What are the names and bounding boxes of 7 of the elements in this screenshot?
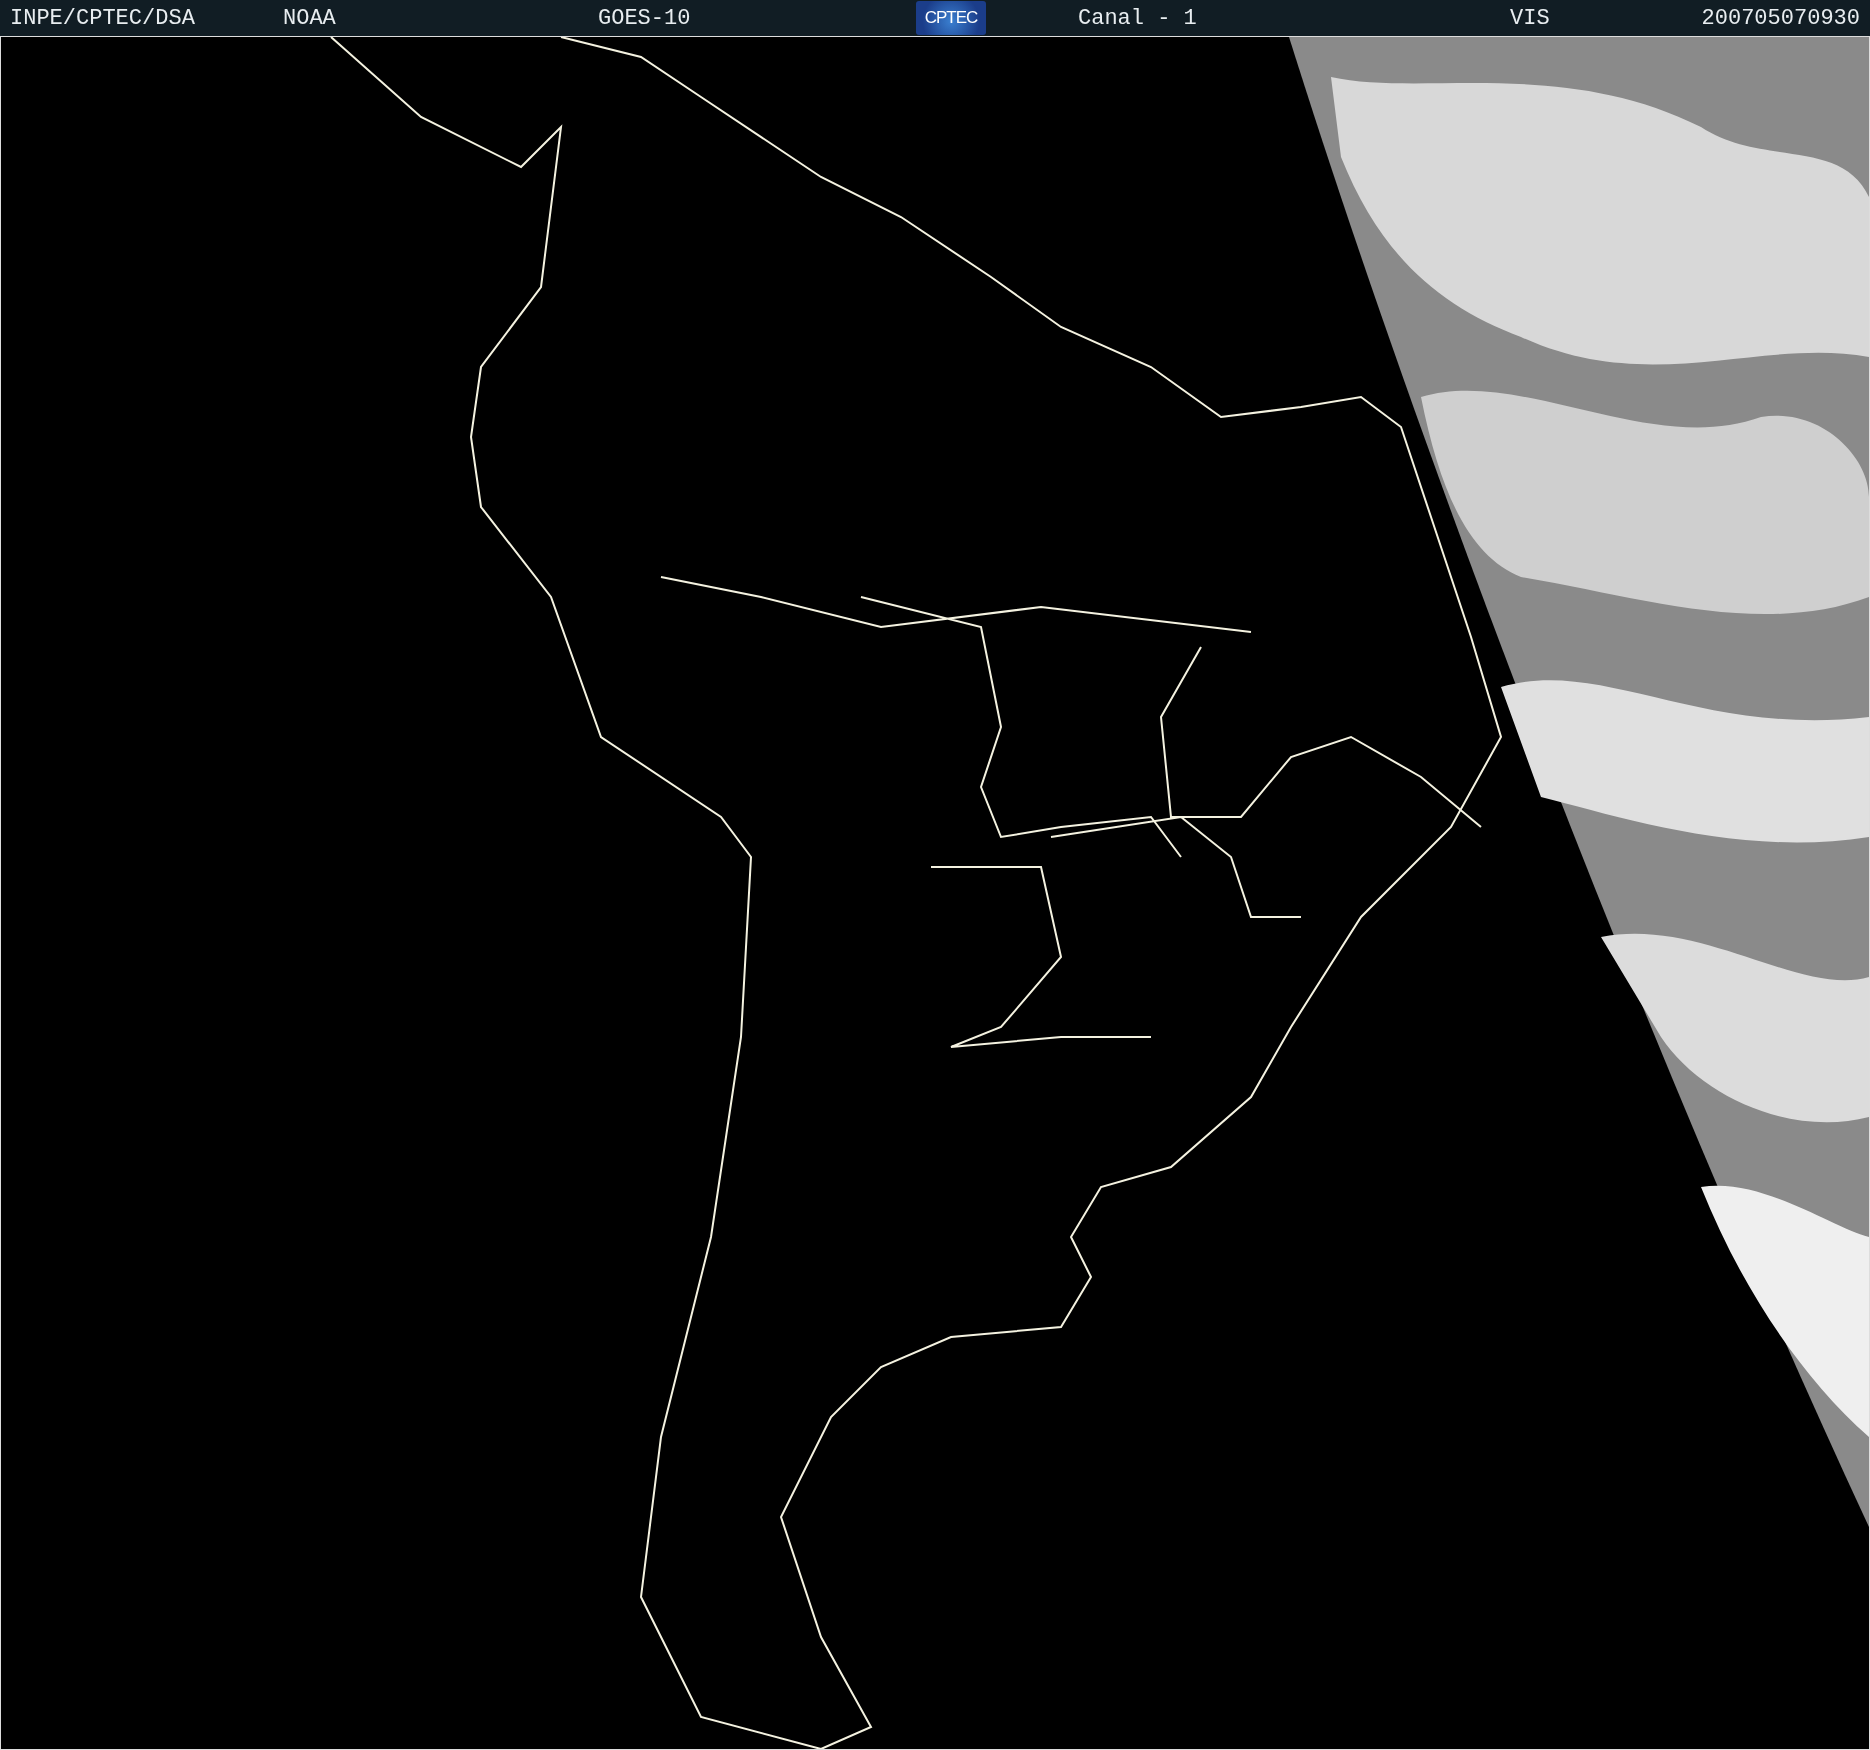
header-label: 200705070930 xyxy=(1701,5,1860,31)
header-label: NOAA xyxy=(283,5,337,31)
header-label: INPE/CPTEC/DSA xyxy=(10,5,196,31)
header-label: GOES-10 xyxy=(598,5,692,31)
logo: CPTEC xyxy=(916,1,986,35)
header-label: VIS xyxy=(1510,5,1551,31)
header-label: Canal - 1 xyxy=(1078,5,1198,31)
